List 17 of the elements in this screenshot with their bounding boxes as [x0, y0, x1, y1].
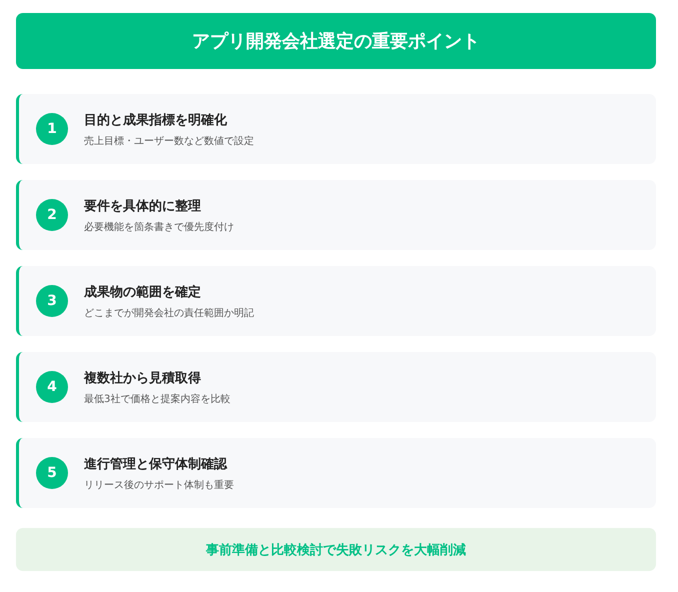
point-description: 最低3社で価格と提案内容を比較	[84, 392, 230, 406]
point-title: 目的と成果指標を明確化	[84, 112, 228, 128]
page-title: アプリ開発会社選定の重要ポイント	[16, 13, 656, 69]
point-description: リリース後のサポート体制も重要	[84, 478, 234, 492]
step-number: 1	[36, 113, 68, 145]
step-number: 4	[36, 371, 68, 403]
step-number: 5	[36, 457, 68, 489]
summary-banner: 事前準備と比較検討で失敗リスクを大幅削減	[16, 528, 656, 571]
point-title: 複数社から見積取得	[84, 370, 202, 386]
step-number: 2	[36, 199, 68, 231]
point-title: 成果物の範囲を確定	[84, 284, 202, 300]
point-description: 必要機能を箇条書きで優先度付け	[84, 220, 234, 234]
point-description: どこまでが開発会社の責任範囲か明記	[84, 306, 254, 320]
point-title: 要件を具体的に整理	[84, 198, 202, 214]
step-number: 3	[36, 285, 68, 317]
point-description: 売上目標・ユーザー数など数値で設定	[84, 134, 254, 148]
point-title: 進行管理と保守体制確認	[84, 456, 228, 472]
